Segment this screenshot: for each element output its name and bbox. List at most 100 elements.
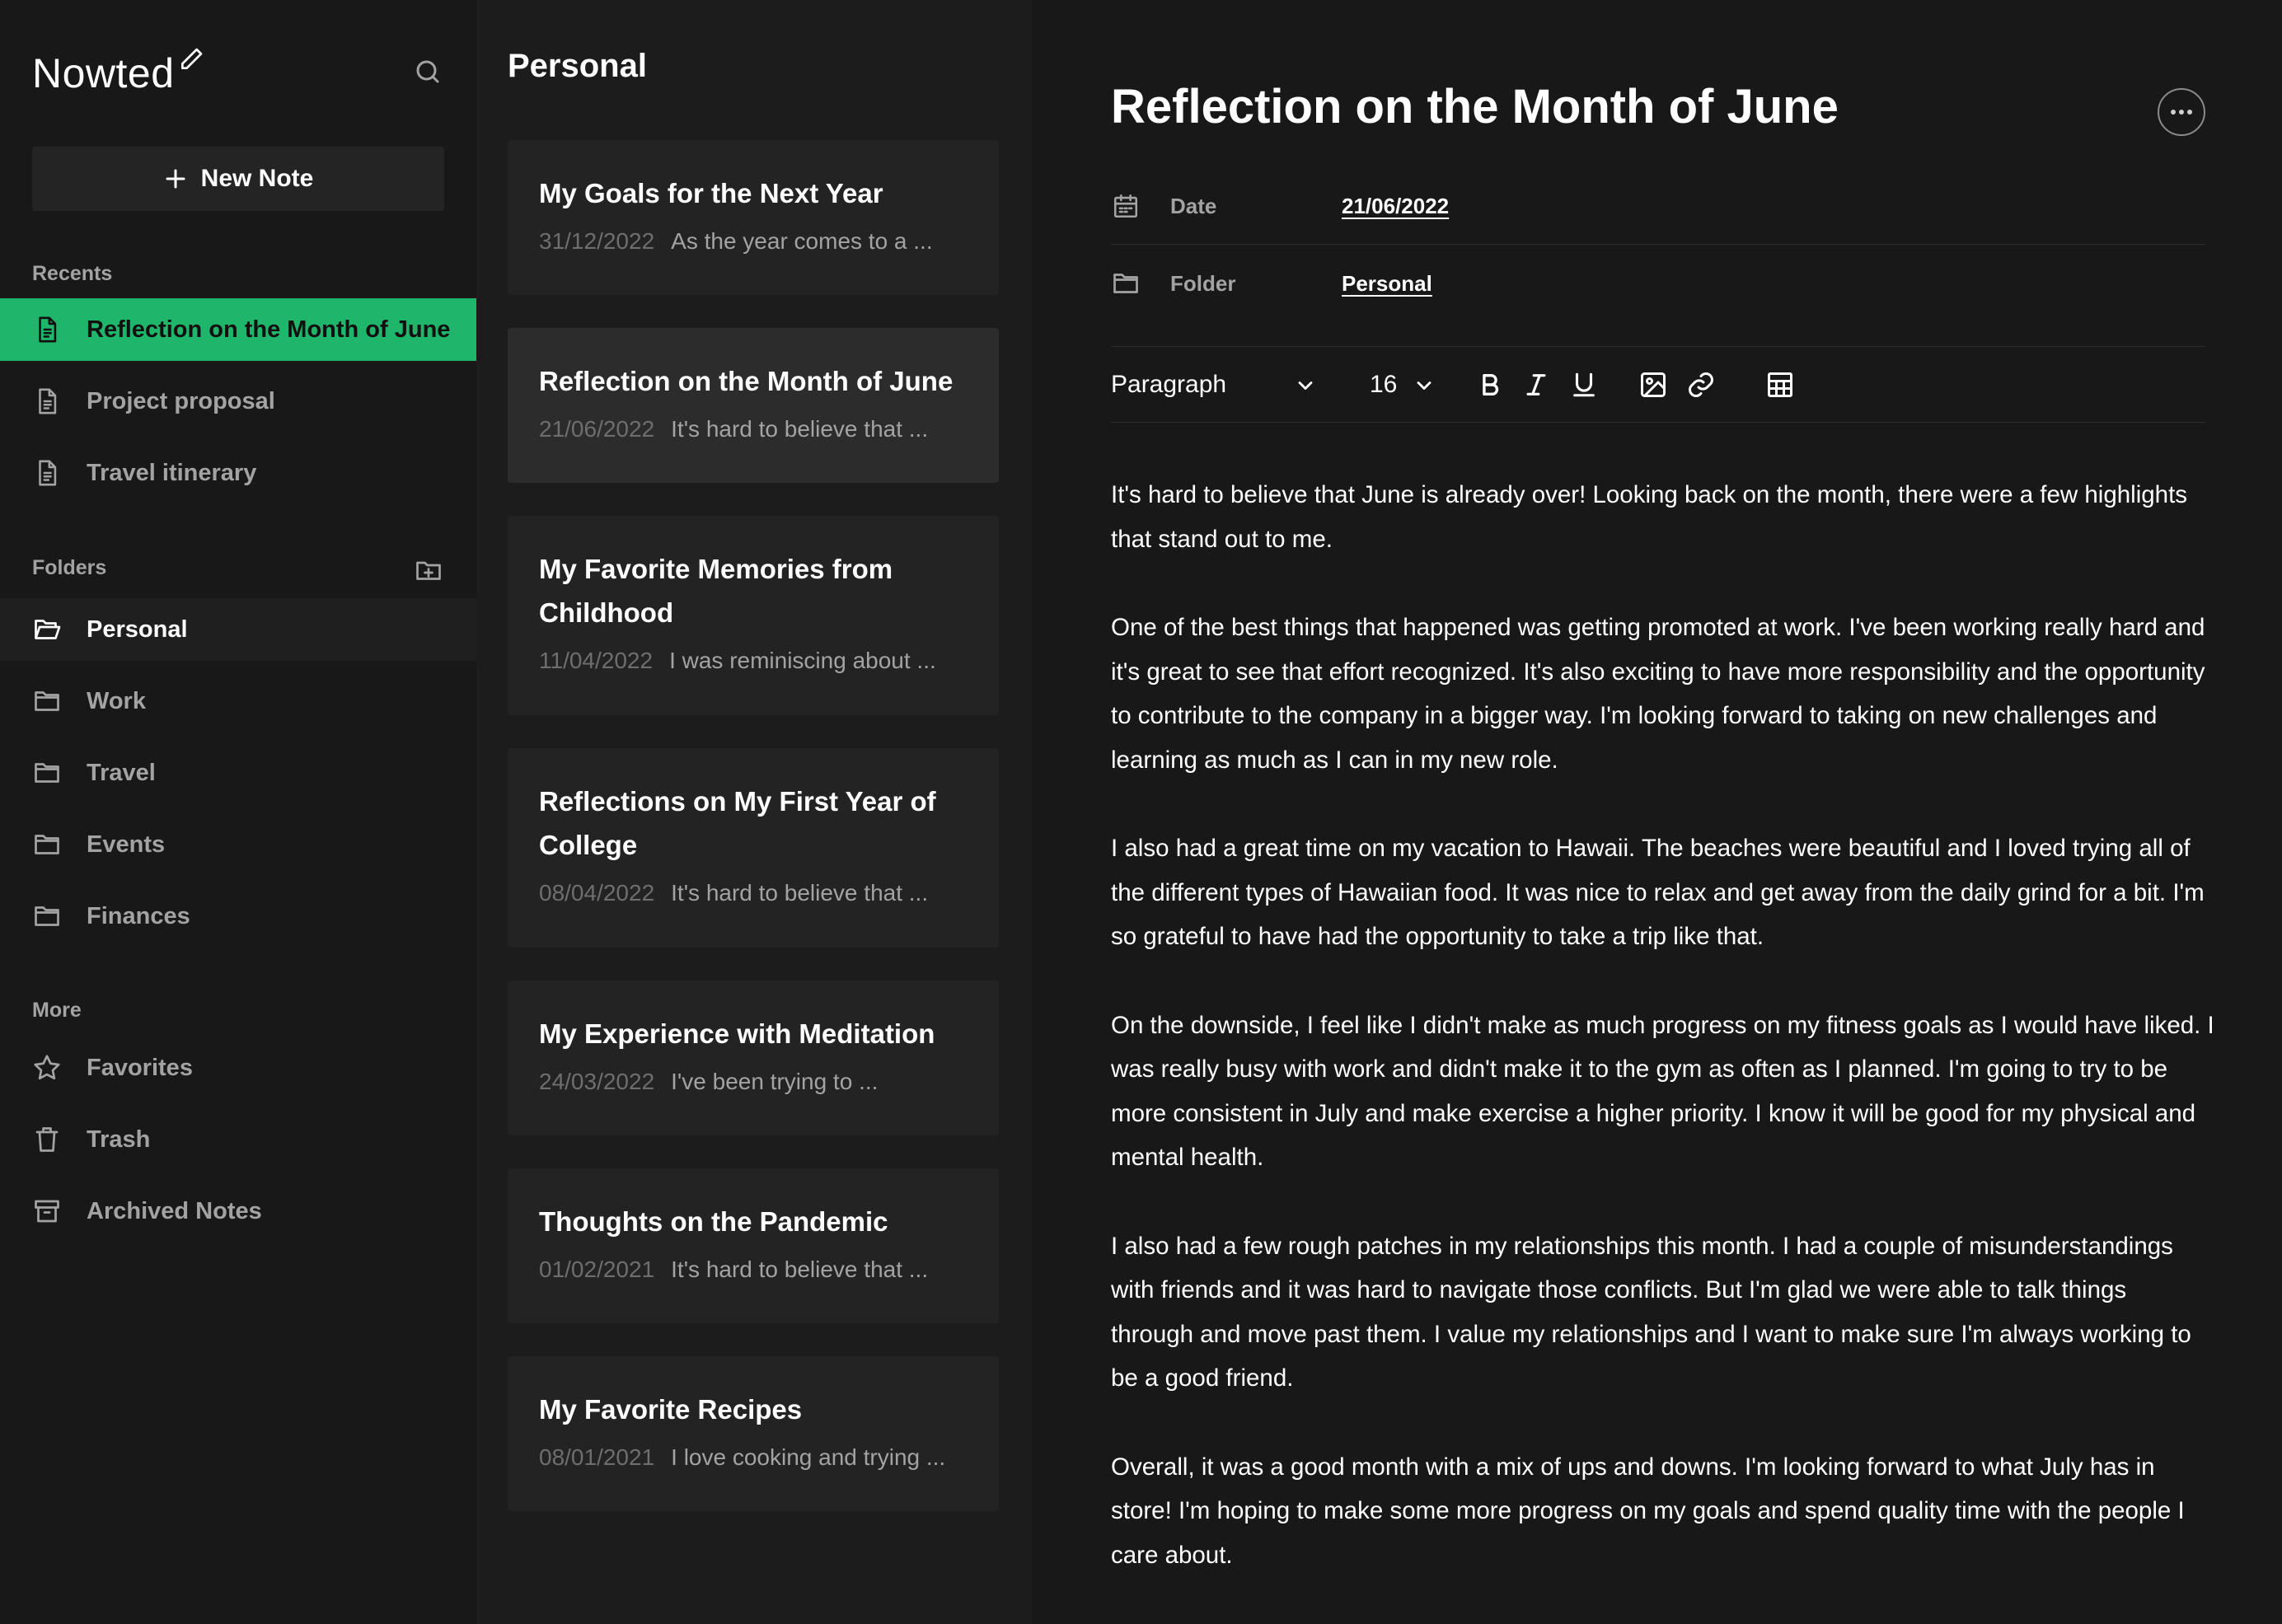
search-button[interactable] [410, 54, 445, 89]
recent-item-project-proposal[interactable]: Project proposal [0, 370, 476, 433]
toolbar-top-divider [1111, 346, 2205, 347]
note-options-button[interactable] [2158, 88, 2205, 136]
note-card-title: My Favorite Memories from Childhood [539, 554, 893, 628]
date-row: Date 21/06/2022 [1111, 168, 2205, 244]
font-size-value: 16 [1370, 371, 1398, 398]
note-paragraph: On the downside, I feel like I didn't ma… [1111, 1011, 2214, 1172]
folder-plus-icon [416, 561, 441, 580]
meta-divider [1111, 244, 2205, 245]
note-card-title: My Favorite Recipes [539, 1394, 803, 1425]
note-card-preview: I've been trying to ... [671, 1069, 879, 1094]
note-title[interactable]: Reflection on the Month of June [1111, 79, 1839, 134]
editor-panel: Reflection on the Month of June Date 21/… [1032, 0, 2282, 1624]
font-size-select[interactable]: 16 [1370, 353, 1444, 417]
note-card-date: 08/04/2022 [539, 880, 655, 906]
folder-label: Folder [1170, 270, 1236, 296]
format-toolbar: Paragraph 16 [1111, 353, 2205, 417]
note-card-preview: It's hard to believe that ... [671, 416, 929, 442]
more-item-archived-notes[interactable]: Archived Notes [0, 1180, 476, 1243]
date-label: Date [1170, 193, 1217, 218]
more-dots-icon [2171, 110, 2192, 115]
block-type-select[interactable]: Paragraph [1111, 353, 1317, 417]
folder-item-finances[interactable]: Finances [0, 885, 476, 948]
folder-item-travel[interactable]: Travel [0, 742, 476, 804]
recent-item-travel-itinerary[interactable]: Travel itinerary [0, 442, 476, 504]
note-body[interactable]: It's hard to believe that June is alread… [1111, 473, 2215, 1622]
folder-icon [32, 758, 62, 788]
note-card-title: Reflection on the Month of June [539, 366, 954, 396]
note-list-panel: Personal My Goals for the Next Year 31/1… [476, 0, 1032, 1624]
insert-link-button[interactable] [1683, 367, 1719, 403]
more-heading: More [32, 999, 82, 1022]
more-item-favorites[interactable]: Favorites [0, 1037, 476, 1099]
folder-icon [1111, 269, 1141, 298]
folder-icon [32, 901, 62, 931]
folder-open-icon [32, 615, 62, 644]
note-card[interactable]: Reflections on My First Year of College … [508, 748, 999, 948]
bold-button[interactable] [1472, 367, 1508, 403]
recents-heading: Recents [32, 262, 113, 285]
note-card-title: Thoughts on the Pandemic [539, 1206, 888, 1237]
note-card[interactable]: My Favorite Memories from Childhood 11/0… [508, 516, 999, 715]
folders-heading: Folders [32, 556, 107, 579]
note-card[interactable]: My Goals for the Next Year 31/12/2022 As … [508, 140, 999, 295]
note-card-preview: It's hard to believe that ... [671, 1257, 929, 1282]
brand-logo: Nowted [32, 48, 204, 99]
new-note-button[interactable]: New Note [32, 147, 444, 211]
folder-icon [32, 830, 62, 859]
folder-item-personal[interactable]: Personal [0, 598, 476, 661]
recent-item-reflection[interactable]: Reflection on the Month of June [0, 298, 476, 361]
note-paragraph: I also had a great time on my vacation t… [1111, 835, 2205, 950]
folder-item-label: Events [87, 831, 166, 858]
more-item-label: Trash [87, 1126, 151, 1153]
folder-icon [32, 686, 62, 716]
folder-item-events[interactable]: Events [0, 813, 476, 876]
more-item-label: Favorites [87, 1054, 193, 1081]
note-card-selected[interactable]: Reflection on the Month of June 21/06/20… [508, 328, 999, 483]
note-paragraph: Overall, it was a good month with a mix … [1111, 1453, 2185, 1569]
note-card-preview: It's hard to believe that ... [671, 880, 929, 906]
note-card-preview: I love cooking and trying ... [671, 1444, 946, 1470]
calendar-icon [1111, 191, 1141, 221]
folder-item-label: Work [87, 687, 146, 714]
chevron-down-icon [1298, 381, 1313, 390]
note-card-date: 01/02/2021 [539, 1257, 655, 1282]
insert-image-button[interactable] [1635, 367, 1671, 403]
chevron-down-icon [1417, 381, 1432, 390]
note-card-date: 21/06/2022 [539, 416, 655, 442]
star-icon [32, 1053, 62, 1083]
pen-icon [180, 48, 202, 69]
more-item-trash[interactable]: Trash [0, 1108, 476, 1171]
archive-icon [32, 1196, 62, 1226]
date-value[interactable]: 21/06/2022 [1342, 194, 1449, 219]
note-card-title: Reflections on My First Year of College [539, 786, 936, 860]
note-card-date: 24/03/2022 [539, 1069, 655, 1094]
note-list-title: Personal [508, 48, 647, 84]
new-note-label: New Note [200, 165, 314, 192]
table-icon [1768, 372, 1792, 397]
folder-value[interactable]: Personal [1342, 271, 1432, 297]
note-card-preview: I was reminiscing about ... [669, 648, 936, 673]
add-folder-button[interactable] [412, 554, 445, 587]
plus-icon [166, 169, 185, 189]
folder-row: Folder Personal [1111, 246, 2205, 321]
insert-table-button[interactable] [1762, 367, 1798, 403]
folder-item-label: Finances [87, 902, 190, 929]
toolbar-bottom-divider [1111, 422, 2205, 423]
document-icon [32, 386, 62, 416]
note-card[interactable]: My Favorite Recipes 08/01/2021 I love coo… [508, 1356, 999, 1511]
brand-name: Nowted [32, 50, 175, 96]
note-paragraph: One of the best things that happened was… [1111, 614, 2205, 774]
folder-item-work[interactable]: Work [0, 670, 476, 732]
note-card-date: 31/12/2022 [539, 228, 655, 254]
note-card[interactable]: Thoughts on the Pandemic 01/02/2021 It's … [508, 1168, 999, 1323]
link-icon [1689, 372, 1713, 397]
note-card-title: My Experience with Meditation [539, 1018, 935, 1049]
note-card[interactable]: My Experience with Meditation 24/03/2022… [508, 980, 999, 1135]
search-icon [416, 60, 439, 83]
folder-item-label: Travel [87, 759, 156, 786]
note-card-date: 08/01/2021 [539, 1444, 655, 1470]
block-type-value: Paragraph [1111, 371, 1227, 398]
italic-button[interactable] [1518, 367, 1554, 403]
underline-button[interactable] [1566, 367, 1602, 403]
